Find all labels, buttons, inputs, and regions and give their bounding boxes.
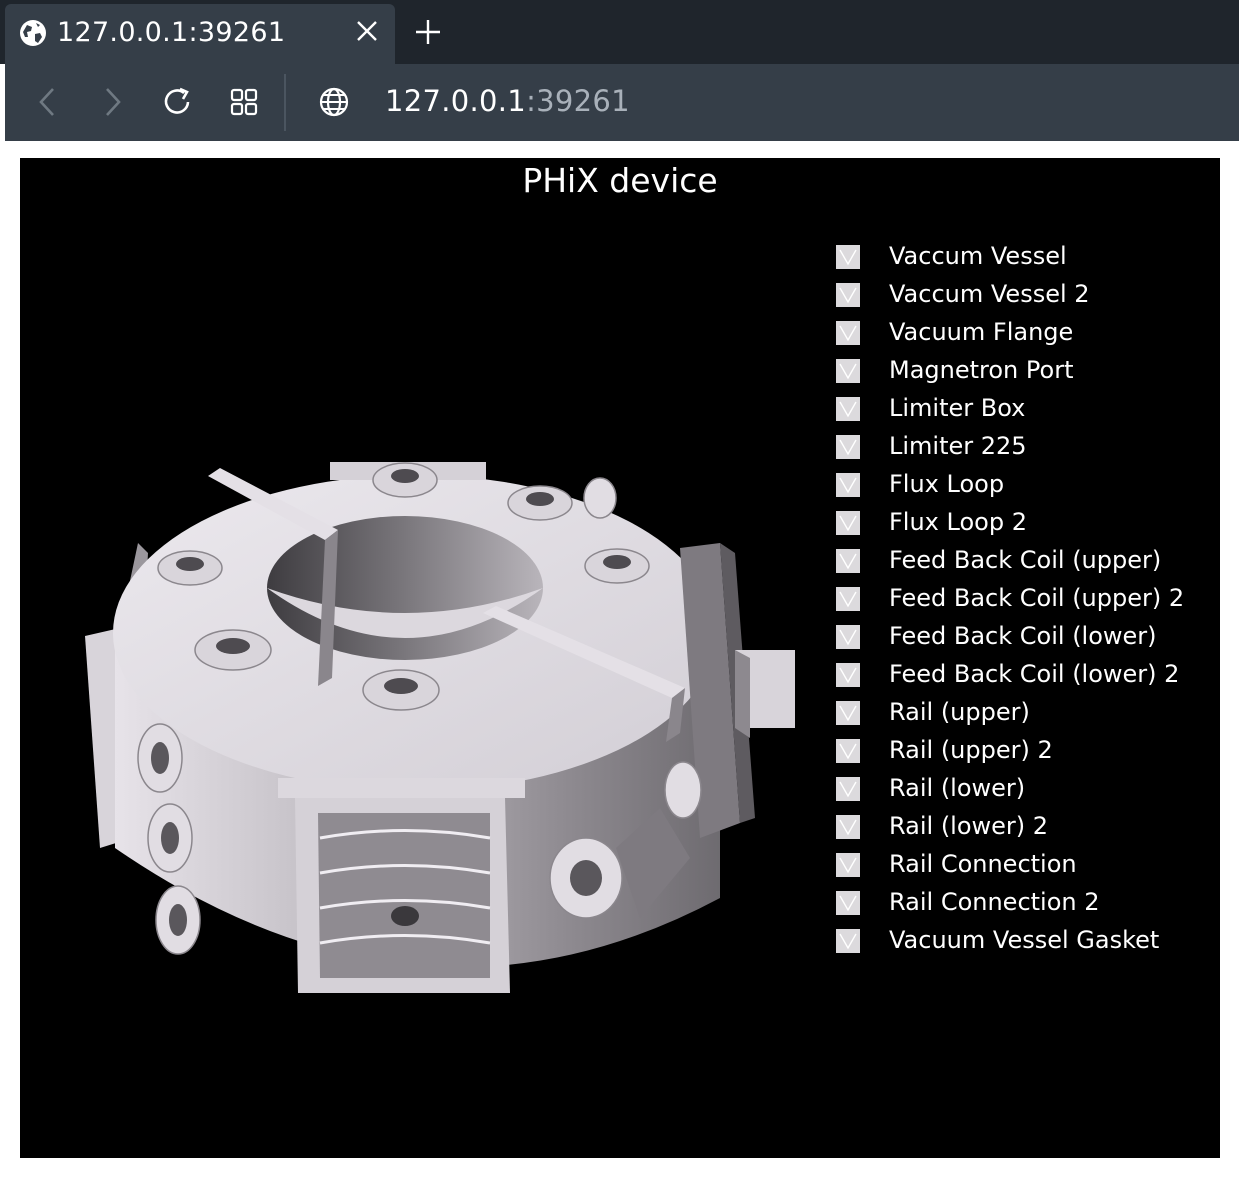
legend-item-label: Rail (upper)	[889, 698, 1030, 726]
legend-item-label: Vacuum Vessel Gasket	[889, 926, 1160, 954]
3d-viewer[interactable]: PHiX device Vaccum Vessel Vaccum Vessel 2…	[20, 158, 1220, 1158]
legend-item[interactable]: Feed Back Coil (upper) 2	[836, 581, 1216, 619]
legend-item-label: Limiter Box	[889, 394, 1026, 422]
globe-favicon-icon	[20, 20, 46, 46]
legend-checkbox[interactable]	[836, 245, 860, 269]
legend-item[interactable]: Feed Back Coil (lower) 2	[836, 657, 1216, 695]
browser-toolbar: 127.0.0.1:39261	[5, 64, 1239, 141]
legend-item-label: Rail Connection	[889, 850, 1077, 878]
legend-item-label: Rail (lower)	[889, 774, 1026, 802]
legend-item-label: Flux Loop 2	[889, 508, 1027, 536]
legend-item[interactable]: Rail Connection	[836, 847, 1216, 885]
legend-item-label: Feed Back Coil (lower)	[889, 622, 1157, 650]
legend-item[interactable]: Limiter 225	[836, 429, 1216, 467]
legend-item-label: Feed Back Coil (lower) 2	[889, 660, 1180, 688]
legend-item[interactable]: Feed Back Coil (lower)	[836, 619, 1216, 657]
legend-item[interactable]: Limiter Box	[836, 391, 1216, 429]
legend-item[interactable]: Vacuum Flange	[836, 315, 1216, 353]
legend-item[interactable]: Rail (upper) 2	[836, 733, 1216, 771]
legend-checkbox[interactable]	[836, 701, 860, 725]
legend-item-label: Magnetron Port	[889, 356, 1074, 384]
legend-item[interactable]: Magnetron Port	[836, 353, 1216, 391]
new-tab-icon[interactable]	[414, 18, 442, 46]
legend-item-label: Limiter 225	[889, 432, 1027, 460]
tab-strip: 127.0.0.1:39261	[0, 0, 1239, 64]
legend-checkbox[interactable]	[836, 359, 860, 383]
legend-checkbox[interactable]	[836, 511, 860, 535]
tab-grid-icon[interactable]	[227, 85, 261, 119]
url-host: 127.0.0.1	[385, 84, 527, 118]
legend-checkbox[interactable]	[836, 815, 860, 839]
site-info-globe-icon[interactable]	[317, 85, 351, 119]
legend-item[interactable]: Flux Loop 2	[836, 505, 1216, 543]
legend-item[interactable]: Vacuum Vessel Gasket	[836, 923, 1216, 961]
browser-tab[interactable]: 127.0.0.1:39261	[5, 4, 395, 64]
legend-checkbox[interactable]	[836, 321, 860, 345]
legend-item-label: Rail (upper) 2	[889, 736, 1053, 764]
legend-item-label: Feed Back Coil (upper) 2	[889, 584, 1185, 612]
legend-checkbox[interactable]	[836, 929, 860, 953]
page-content: PHiX device Vaccum Vessel Vaccum Vessel 2…	[5, 141, 1239, 1180]
forward-icon[interactable]	[95, 85, 129, 119]
back-icon[interactable]	[31, 85, 65, 119]
legend-item[interactable]: Rail Connection 2	[836, 885, 1216, 923]
legend-item-label: Feed Back Coil (upper)	[889, 546, 1162, 574]
toolbar-divider	[284, 74, 286, 131]
legend-item-label: Flux Loop	[889, 470, 1005, 498]
viewer-title: PHiX device	[522, 161, 718, 200]
legend-item-label: Vaccum Vessel	[889, 242, 1067, 270]
address-bar[interactable]: 127.0.0.1:39261	[385, 84, 630, 118]
legend-item[interactable]: Vaccum Vessel	[836, 239, 1216, 277]
legend-item-label: Rail Connection 2	[889, 888, 1100, 916]
reload-icon[interactable]	[161, 85, 195, 119]
legend-checkbox[interactable]	[836, 777, 860, 801]
legend-checkbox[interactable]	[836, 473, 860, 497]
legend-checkbox[interactable]	[836, 587, 860, 611]
legend-item[interactable]: Rail (lower) 2	[836, 809, 1216, 847]
close-tab-icon[interactable]	[355, 19, 379, 43]
legend-checkbox[interactable]	[836, 625, 860, 649]
legend-checkbox[interactable]	[836, 739, 860, 763]
legend-checkbox[interactable]	[836, 283, 860, 307]
legend-item[interactable]: Rail (upper)	[836, 695, 1216, 733]
legend-item[interactable]: Rail (lower)	[836, 771, 1216, 809]
legend-item-label: Vacuum Flange	[889, 318, 1074, 346]
legend-item[interactable]: Vaccum Vessel 2	[836, 277, 1216, 315]
url-port: :39261	[526, 84, 630, 118]
legend-checkbox[interactable]	[836, 853, 860, 877]
legend-item[interactable]: Feed Back Coil (upper)	[836, 543, 1216, 581]
tab-title: 127.0.0.1:39261	[57, 17, 286, 48]
legend-item[interactable]: Flux Loop	[836, 467, 1216, 505]
legend-checkbox[interactable]	[836, 397, 860, 421]
legend: Vaccum Vessel Vaccum Vessel 2 Vacuum Flang…	[836, 239, 1216, 961]
legend-item-label: Vaccum Vessel 2	[889, 280, 1090, 308]
legend-checkbox[interactable]	[836, 435, 860, 459]
legend-item-label: Rail (lower) 2	[889, 812, 1049, 840]
legend-checkbox[interactable]	[836, 891, 860, 915]
legend-checkbox[interactable]	[836, 663, 860, 687]
legend-checkbox[interactable]	[836, 549, 860, 573]
